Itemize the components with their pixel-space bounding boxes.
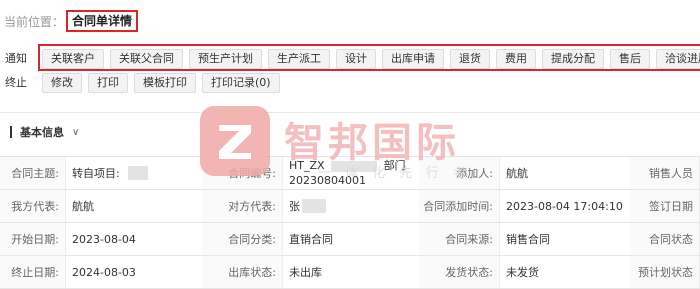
action-toolbar-primary: 通知 关联客户 关联父合同 预生产计划 生产派工 设计 出库申请 退货 费用 提… xyxy=(0,48,700,70)
field-label: 销售人员 xyxy=(630,157,700,189)
page-title: 合同单详情 xyxy=(66,10,139,32)
design-button[interactable]: 设计 xyxy=(336,49,376,69)
field-label: 终止日期: xyxy=(0,256,66,288)
our-representative-value: 航航 xyxy=(72,200,94,213)
field-label: 合同主题: xyxy=(0,157,66,189)
shipping-status-value: 未发货 xyxy=(506,266,539,279)
after-sales-button[interactable]: 售后 xyxy=(610,49,650,69)
field-label: 预计划状态 xyxy=(630,256,700,288)
field-label: 合同状态 xyxy=(630,223,700,255)
link-parent-contract-button[interactable]: 关联父合同 xyxy=(110,49,183,69)
contract-number-value: 20230804001 xyxy=(289,174,366,187)
pre-production-plan-button[interactable]: 预生产计划 xyxy=(189,49,262,69)
field-label: 合同分类: xyxy=(202,223,283,255)
field-label: 合同添加时间: xyxy=(419,190,500,222)
field-value: 张 xyxy=(283,190,419,222)
chevron-down-icon[interactable]: ∨ xyxy=(72,127,79,138)
end-date-value: 2024-08-03 xyxy=(72,265,136,279)
commission-allocation-button[interactable]: 提成分配 xyxy=(542,49,604,69)
field-label: 合同编号: xyxy=(202,157,283,189)
breadcrumb: 当前位置： 合同单详情 xyxy=(4,10,139,32)
section-title: 基本信息 xyxy=(20,126,64,139)
field-label: 合同来源: xyxy=(419,223,500,255)
field-label: 我方代表: xyxy=(0,190,66,222)
expenses-button[interactable]: 费用 xyxy=(496,49,536,69)
field-label: 添加人: xyxy=(419,157,500,189)
return-goods-button[interactable]: 退货 xyxy=(450,49,490,69)
divider xyxy=(0,112,700,113)
contract-number-prefix: HT_ZX xyxy=(289,159,325,172)
contract-added-time-value: 2023-08-04 17:04:10 xyxy=(506,199,623,213)
link-customer-button[interactable]: 关联客户 xyxy=(42,49,104,69)
section-header-basic-info[interactable]: 基本信息 ∨ xyxy=(10,124,79,140)
action-toolbar-secondary: 终止 修改 打印 模板打印 打印记录(0) xyxy=(0,72,286,94)
production-dispatch-button[interactable]: 生产派工 xyxy=(268,49,330,69)
contract-source-value: 销售合同 xyxy=(506,233,550,246)
creator-value: 航航 xyxy=(506,167,528,180)
print-button[interactable]: 打印 xyxy=(88,73,128,93)
field-label: 签订日期 xyxy=(630,190,700,222)
edit-button[interactable]: 修改 xyxy=(42,73,82,93)
section-marker xyxy=(10,126,12,138)
field-value: 转自项目: xyxy=(66,157,202,189)
negotiation-progress-button[interactable]: 洽谈进展 xyxy=(656,49,700,69)
outbound-request-button[interactable]: 出库申请 xyxy=(382,49,444,69)
contract-category-value: 直销合同 xyxy=(289,233,333,246)
redacted-block xyxy=(331,160,378,172)
notify-button[interactable]: 通知 xyxy=(0,49,32,69)
redacted-block xyxy=(127,166,148,180)
field-value: HT_ZX 部门 20230804001 xyxy=(283,157,419,189)
field-label: 发货状态: xyxy=(419,256,500,288)
field-label: 开始日期: xyxy=(0,223,66,255)
print-records-button[interactable]: 打印记录(0) xyxy=(202,73,280,93)
template-print-button[interactable]: 模板打印 xyxy=(134,73,196,93)
info-row: 合同主题: 转自项目: 合同编号: HT_ZX 部门 20230804001 添… xyxy=(0,157,700,190)
contract-number-tail: 部门 xyxy=(383,159,406,172)
info-row: 开始日期: 2023-08-04 合同分类: 直销合同 合同来源: 销售合同 合… xyxy=(0,223,700,256)
outbound-status-value: 未出库 xyxy=(289,266,322,279)
basic-info-grid: 合同主题: 转自项目: 合同编号: HT_ZX 部门 20230804001 添… xyxy=(0,156,700,289)
info-row: 我方代表: 航航 对方代表: 张 合同添加时间: 2023-08-04 17:0… xyxy=(0,190,700,223)
contract-subject-value: 转自项目: xyxy=(72,167,120,180)
info-row: 终止日期: 2024-08-03 出库状态: 未出库 发货状态: 未发货 预计划… xyxy=(0,256,700,289)
start-date-value: 2023-08-04 xyxy=(72,232,136,246)
terminate-button[interactable]: 终止 xyxy=(0,73,32,93)
field-label: 出库状态: xyxy=(202,256,283,288)
counterpart-representative-value: 张 xyxy=(289,200,300,213)
breadcrumb-label: 当前位置： xyxy=(4,14,65,29)
field-label: 对方代表: xyxy=(202,190,283,222)
redacted-block xyxy=(302,199,326,213)
